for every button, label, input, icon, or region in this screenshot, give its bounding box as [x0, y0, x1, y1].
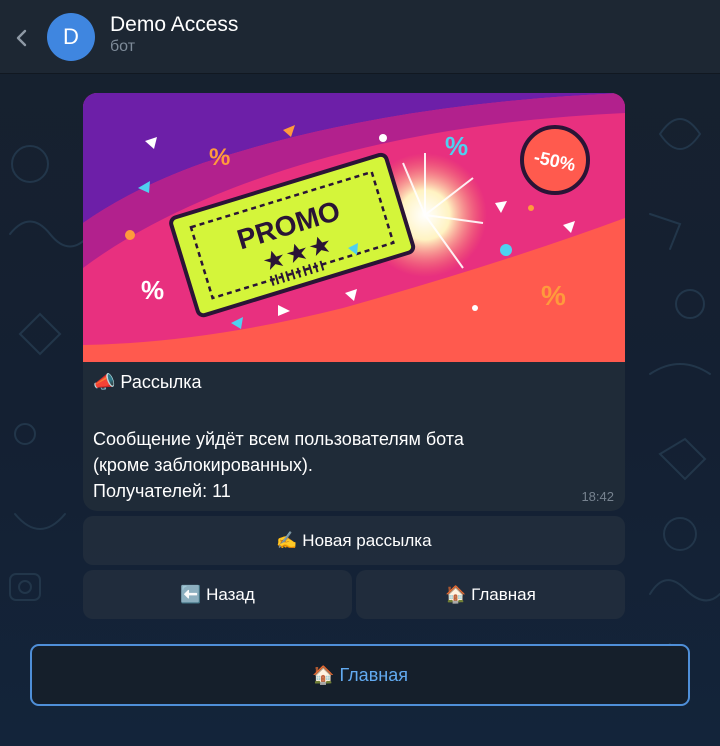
svg-text:%: %	[445, 131, 468, 161]
chat-subtitle: бот	[110, 38, 136, 55]
home-inline-button[interactable]: 🏠 Главная	[356, 570, 625, 619]
message-heading: 📣 Рассылка	[93, 372, 202, 392]
message-line: Получателей: 11	[93, 481, 231, 501]
svg-text:%: %	[541, 280, 566, 311]
message-time: 18:42	[581, 489, 614, 504]
chat-header: D Demo Access бот	[0, 0, 720, 74]
chat-title[interactable]: Demo Access	[110, 13, 238, 37]
message-line: Сообщение уйдёт всем пользователям бота	[93, 429, 464, 449]
avatar[interactable]: D	[47, 13, 95, 61]
new-broadcast-button[interactable]: ✍️ Новая рассылка	[83, 516, 625, 565]
home-reply-button[interactable]: 🏠 Главная	[30, 644, 690, 706]
message-body: Сообщение уйдёт всем пользователям бота …	[93, 426, 613, 504]
chevron-left-icon[interactable]	[12, 27, 32, 49]
svg-text:%: %	[141, 275, 164, 305]
message-line: (кроме заблокированных).	[93, 455, 313, 475]
message-bubble: PROMO -50% % % % % 📣 Рассылка Сообщение …	[83, 93, 625, 511]
svg-text:%: %	[209, 144, 230, 171]
back-button[interactable]: ⬅️ Назад	[83, 570, 352, 619]
promo-image[interactable]: PROMO -50% % % % %	[83, 93, 625, 362]
